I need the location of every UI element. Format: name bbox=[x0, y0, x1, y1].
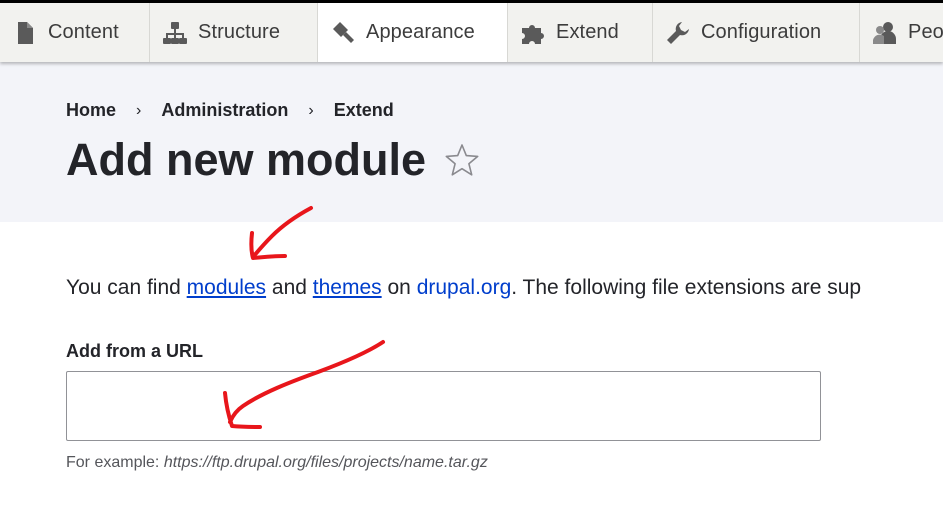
url-field-description: For example: https://ftp.drupal.org/file… bbox=[66, 454, 488, 472]
modules-link[interactable]: modules bbox=[187, 276, 266, 299]
tab-appearance[interactable]: Appearance bbox=[318, 3, 508, 62]
intro-text-part: on bbox=[381, 276, 417, 299]
tab-appearance-label: Appearance bbox=[366, 21, 475, 43]
wrench-icon bbox=[665, 20, 691, 46]
puzzle-icon bbox=[520, 20, 546, 46]
tab-structure-label: Structure bbox=[198, 21, 281, 43]
drupal-org-link[interactable]: drupal.org bbox=[417, 276, 512, 299]
people-icon bbox=[872, 20, 898, 46]
url-input[interactable] bbox=[66, 371, 821, 441]
tab-people-label: Peo bbox=[908, 21, 943, 43]
breadcrumb-extend[interactable]: Extend bbox=[334, 100, 394, 121]
intro-text-part: You can find bbox=[66, 276, 187, 299]
paint-roller-icon bbox=[330, 20, 356, 46]
tab-structure[interactable]: Structure bbox=[150, 3, 318, 62]
file-icon bbox=[12, 20, 38, 46]
page-title-container: Add new module bbox=[66, 130, 480, 190]
sitemap-icon bbox=[162, 20, 188, 46]
tab-content-label: Content bbox=[48, 21, 119, 43]
description-example: https://ftp.drupal.org/files/projects/na… bbox=[163, 454, 488, 471]
breadcrumb-administration[interactable]: Administration bbox=[161, 100, 288, 121]
tab-configuration[interactable]: Configuration bbox=[653, 3, 860, 62]
page-title: Add new module bbox=[66, 134, 426, 185]
intro-text: You can find modules and themes on drupa… bbox=[66, 274, 861, 302]
breadcrumb-home[interactable]: Home bbox=[66, 100, 116, 121]
breadcrumb: Home › Administration › Extend bbox=[66, 100, 394, 121]
page-header: Home › Administration › Extend Add new m… bbox=[0, 62, 943, 222]
tab-extend-label: Extend bbox=[556, 21, 619, 43]
breadcrumb-separator: › bbox=[136, 101, 142, 119]
tab-configuration-label: Configuration bbox=[701, 21, 822, 43]
tab-content[interactable]: Content bbox=[0, 3, 150, 62]
url-field-label: Add from a URL bbox=[66, 341, 203, 361]
intro-text-part: . The following file extensions are sup bbox=[511, 276, 862, 299]
themes-link[interactable]: themes bbox=[313, 276, 382, 299]
breadcrumb-separator: › bbox=[308, 101, 314, 119]
tab-people[interactable]: Peo bbox=[860, 3, 943, 62]
tab-extend[interactable]: Extend bbox=[508, 3, 653, 62]
admin-toolbar: Content Structure Appearance Extend Conf… bbox=[0, 0, 943, 62]
intro-text-part: and bbox=[266, 276, 313, 299]
star-outline-icon[interactable] bbox=[444, 142, 480, 178]
description-prefix: For example: bbox=[66, 454, 164, 471]
